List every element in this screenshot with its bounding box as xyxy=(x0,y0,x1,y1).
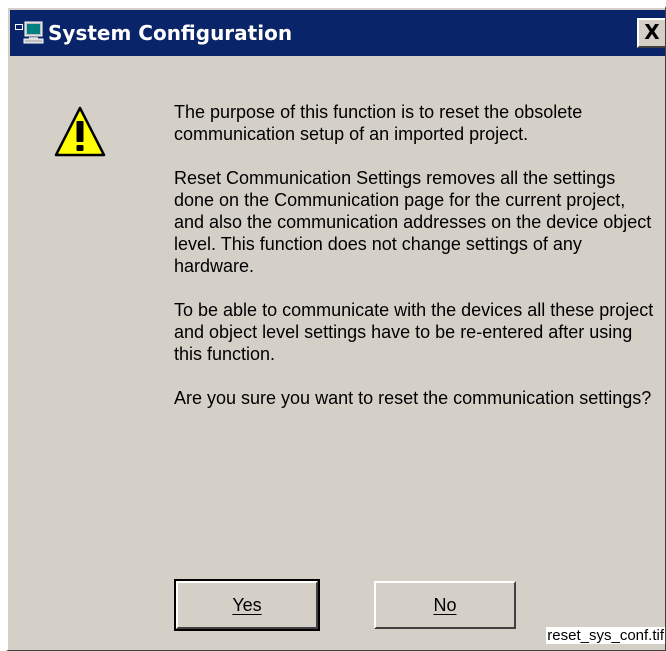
system-configuration-icon xyxy=(15,21,44,44)
message-paragraph-reenter-settings: To be able to communicate with the devic… xyxy=(174,300,654,364)
no-button-label: No xyxy=(433,595,457,615)
message-paragraph-purpose: The purpose of this function is to reset… xyxy=(174,102,583,144)
warning-icon xyxy=(54,106,106,157)
dialog-message: The purpose of this function is to reset… xyxy=(174,101,660,431)
system-configuration-dialog: System Configuration X The purpose of th… xyxy=(6,6,666,651)
message-paragraph-reset-details: Reset Communication Settings removes all… xyxy=(174,168,652,276)
message-paragraph-confirmation: Are you sure you want to reset the commu… xyxy=(174,388,652,408)
image-filename-caption: reset_sys_conf.tif xyxy=(546,627,665,644)
yes-button[interactable]: Yes xyxy=(174,579,320,631)
window-title: System Configuration xyxy=(48,21,293,45)
close-button[interactable]: X xyxy=(637,18,665,48)
no-button[interactable]: No xyxy=(374,581,516,629)
title-bar[interactable]: System Configuration X xyxy=(10,10,665,56)
yes-button-label: Yes xyxy=(232,595,262,615)
close-icon: X xyxy=(644,20,660,44)
